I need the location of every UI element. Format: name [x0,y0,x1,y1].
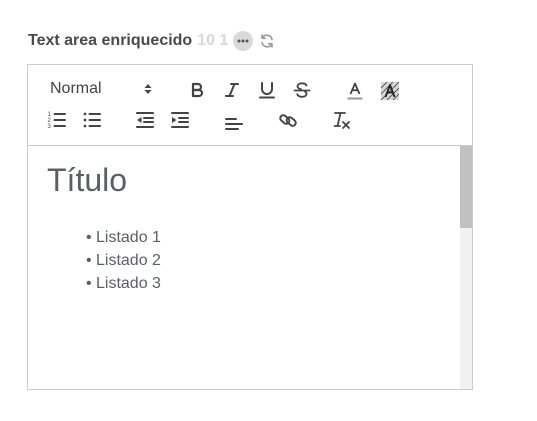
strikethrough-icon [293,82,311,98]
list-bullet: • [86,275,92,292]
up-down-arrows-icon [144,84,152,94]
underline-icon [259,82,275,99]
refresh-button[interactable] [258,32,276,50]
clear-formatting-button[interactable] [330,108,354,132]
indent-button[interactable] [168,108,192,132]
bold-icon [191,82,204,98]
scrollbar-thumb[interactable] [460,146,472,228]
more-options-button[interactable] [233,31,254,51]
field-header: Text area enriquecido 10 1 [28,30,276,52]
svg-text:3: 3 [48,124,52,130]
list-item-text: Listado 3 [96,275,161,292]
ordered-list-button[interactable]: 1 2 3 [45,108,69,132]
editor-content[interactable]: Título • Listado 1 • Listado 2 • Listado 3 [28,146,460,389]
align-left-icon [225,118,243,130]
underline-button[interactable] [255,78,279,102]
align-button[interactable] [222,110,246,134]
clear-formatting-icon [333,112,350,129]
text-color-icon [347,82,363,100]
list-item: • Listado 2 [86,249,161,272]
strikethrough-button[interactable] [290,78,314,102]
refresh-icon [261,34,274,48]
bullet-list-button[interactable] [80,108,104,132]
list-item: • Listado 1 [86,226,161,249]
bullet-list-icon [83,112,101,128]
header-format-value: Normal [50,80,102,97]
rich-text-editor: Normal 1 2 3 Título • Listado 1 • Listad… [27,64,473,390]
background-color-icon [380,81,400,101]
vertical-scrollbar[interactable] [460,146,472,389]
header-format-select[interactable]: Normal [42,77,160,101]
field-label: Text area enriquecido [28,32,193,49]
list-bullet: • [86,252,92,269]
bullet-list: • Listado 1 • Listado 2 • Listado 3 [86,226,161,295]
background-color-button[interactable] [378,79,402,103]
document-heading: Título [47,162,128,198]
link-button[interactable] [276,108,300,132]
italic-icon [225,83,239,97]
list-bullet: • [86,229,92,246]
more-dots-icon [237,39,249,43]
italic-button[interactable] [220,78,244,102]
link-icon [279,114,297,127]
bold-button[interactable] [185,78,209,102]
list-item: • Listado 3 [86,272,161,295]
outdent-icon [136,112,154,128]
ordered-list-icon: 1 2 3 [48,112,66,130]
outdent-button[interactable] [133,108,157,132]
editor-toolbar: Normal 1 2 3 [28,65,472,146]
field-counter: 10 1 [197,32,229,49]
list-item-text: Listado 2 [96,252,161,269]
indent-icon [171,112,189,128]
text-color-button[interactable] [343,79,367,103]
list-item-text: Listado 1 [96,229,161,246]
